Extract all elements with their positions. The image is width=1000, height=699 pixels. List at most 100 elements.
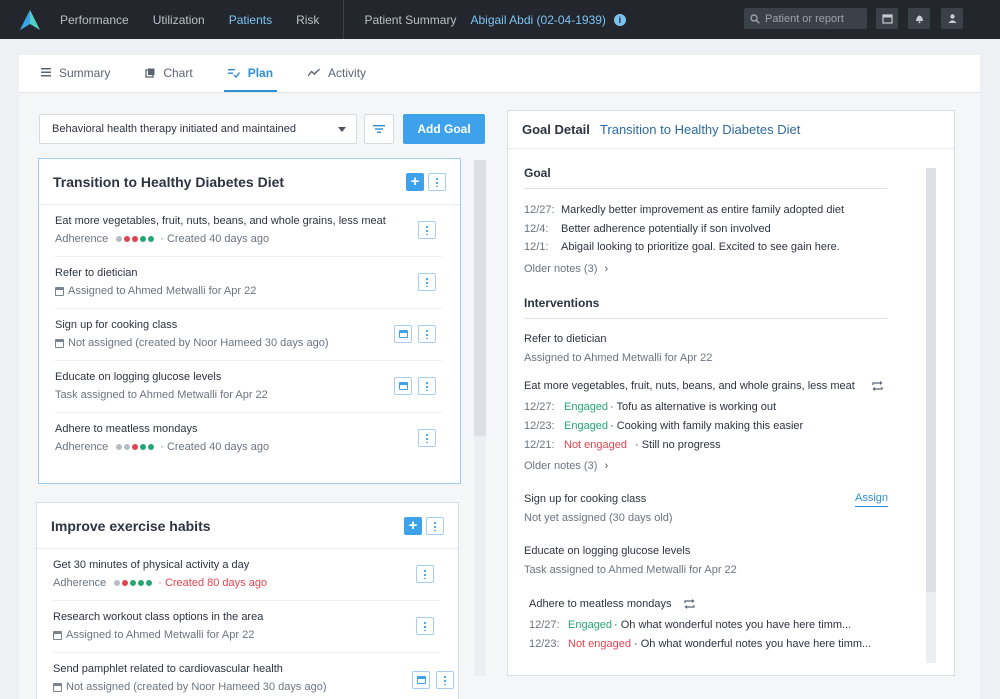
adherence-label: Adherence: [55, 233, 109, 245]
task-item[interactable]: Refer to dietician Assigned to Ahmed Met…: [55, 257, 442, 309]
intervention-title[interactable]: Sign up for cooking class: [524, 493, 646, 505]
task-menu-button[interactable]: [418, 377, 436, 395]
task-menu-button[interactable]: [416, 617, 434, 635]
divider: [524, 188, 888, 189]
note-date: 12/27:: [524, 204, 555, 216]
task-assignment: Assigned to Ahmed Metwalli for Apr 22: [66, 629, 255, 641]
engagement-status: Engaged: [564, 420, 609, 432]
task-title: Get 30 minutes of physical activity a da…: [53, 559, 250, 571]
recurring-icon: [872, 381, 883, 391]
nav-patients[interactable]: Patients: [229, 13, 272, 27]
calendar-icon: [416, 676, 426, 684]
nav-context-label[interactable]: Patient Summary: [364, 13, 456, 27]
task-menu-button[interactable]: [418, 325, 436, 343]
add-goal-button[interactable]: Add Goal: [403, 114, 485, 144]
bell-icon: [915, 15, 923, 24]
task-subtitle: Not assigned (created by Noor Hameed 30 …: [53, 681, 440, 693]
intervention-title[interactable]: Eat more vegetables, fruit, nuts, beans,…: [524, 380, 855, 392]
kebab-icon: [426, 225, 428, 235]
filter-button[interactable]: [364, 114, 394, 144]
task-item[interactable]: Educate on logging glucose levels Task a…: [55, 361, 442, 413]
task-subtitle: Not assigned (created by Noor Hameed 30 …: [55, 337, 442, 349]
goal-filter-select[interactable]: Behavioral health therapy initiated and …: [39, 114, 357, 144]
assign-link[interactable]: Assign: [855, 492, 889, 507]
nav-utilization[interactable]: Utilization: [153, 13, 205, 27]
calendar-icon: [53, 682, 62, 692]
calendar-button[interactable]: [876, 8, 898, 29]
task-menu-button[interactable]: [418, 273, 436, 291]
notifications-button[interactable]: [908, 8, 930, 29]
tab-summary[interactable]: Summary: [37, 55, 114, 92]
tab-activity[interactable]: Activity: [304, 55, 370, 92]
intervention-title[interactable]: Adhere to meatless mondays: [529, 598, 671, 610]
kebab-icon: [426, 329, 428, 339]
info-icon[interactable]: i: [613, 13, 626, 26]
note-text: Markedly better improvement as entire fa…: [561, 204, 845, 216]
add-task-button[interactable]: +: [406, 172, 424, 191]
older-notes-link[interactable]: Older notes (3) ›: [524, 263, 608, 275]
detail-scrollbar-thumb[interactable]: [926, 168, 936, 592]
list-icon: [41, 68, 51, 77]
task-menu-button[interactable]: [418, 429, 436, 447]
schedule-button[interactable]: [412, 671, 430, 689]
goal-card[interactable]: Transition to Healthy Diabetes Diet + Ea…: [38, 158, 461, 484]
nav-patient-name[interactable]: Abigail Abdi (02-04-1939): [470, 13, 605, 27]
task-item[interactable]: Send pamphlet related to cardiovascular …: [53, 653, 454, 699]
intervention-title[interactable]: Educate on logging glucose levels: [524, 545, 690, 557]
task-menu-button[interactable]: [418, 221, 436, 239]
note-text: · Cooking with family making this easier: [610, 420, 804, 432]
logo-icon[interactable]: [0, 0, 60, 39]
tab-activity-label: Activity: [328, 65, 367, 80]
task-assignment: Assigned to Ahmed Metwalli for Apr 22: [68, 285, 257, 297]
tab-plan[interactable]: Plan: [223, 55, 278, 92]
goal-filter-value: Behavioral health therapy initiated and …: [52, 123, 296, 135]
task-menu-button[interactable]: [436, 671, 454, 689]
calendar-icon: [55, 338, 64, 348]
tab-chart[interactable]: Chart: [141, 55, 196, 92]
profile-button[interactable]: [941, 8, 963, 29]
search-input[interactable]: [765, 12, 861, 25]
goal-card-header: Improve exercise habits +: [37, 503, 458, 549]
kebab-icon: [426, 433, 428, 443]
chevron-right-icon: ›: [604, 263, 609, 275]
task-subtitle: Assigned to Ahmed Metwalli for Apr 22: [53, 629, 440, 641]
goal-title[interactable]: Improve exercise habits: [51, 518, 211, 534]
task-item[interactable]: Get 30 minutes of physical activity a da…: [53, 549, 440, 601]
task-created: · Created 40 days ago: [160, 233, 270, 245]
task-title: Eat more vegetables, fruit, nuts, beans,…: [55, 215, 386, 227]
schedule-button[interactable]: [394, 377, 412, 395]
goal-card[interactable]: Improve exercise habits + Get 30 minutes…: [36, 502, 459, 699]
search-box[interactable]: [744, 8, 867, 29]
task-title: Research workout class options in the ar…: [53, 611, 264, 623]
tab-plan-label: Plan: [247, 65, 274, 80]
older-notes-link[interactable]: Older notes (3) ›: [524, 460, 608, 472]
schedule-button[interactable]: [394, 325, 412, 343]
task-subtitle: Task assigned to Ahmed Metwalli for Apr …: [55, 389, 442, 401]
recurring-icon: [684, 599, 695, 609]
nav-performance[interactable]: Performance: [60, 13, 129, 27]
kebab-icon: [436, 176, 438, 187]
task-item[interactable]: Adhere to meatless mondays Adherence · C…: [55, 413, 442, 465]
adherence-label: Adherence: [55, 441, 109, 453]
task-title: Educate on logging glucose levels: [55, 371, 222, 383]
intervention-title[interactable]: Refer to dietician: [524, 333, 607, 345]
divider: [524, 318, 888, 319]
goal-detail-header: Goal Detail Transition to Healthy Diabet…: [508, 111, 954, 149]
task-title: Sign up for cooking class: [55, 319, 178, 331]
add-task-button[interactable]: +: [404, 516, 422, 535]
task-item[interactable]: Research workout class options in the ar…: [53, 601, 440, 653]
task-menu-button[interactable]: [416, 565, 434, 583]
note-text: · Still no progress: [635, 439, 721, 451]
left-scrollbar-thumb[interactable]: [474, 160, 486, 436]
goal-title[interactable]: Transition to Healthy Diabetes Diet: [53, 174, 284, 190]
note-date: 12/23:: [524, 420, 555, 432]
calendar-icon: [53, 630, 62, 640]
search-icon: [750, 13, 760, 24]
adherence-dots: [114, 580, 153, 586]
goal-menu-button[interactable]: [426, 516, 444, 535]
goal-menu-button[interactable]: [428, 172, 446, 191]
task-item[interactable]: Sign up for cooking class Not assigned (…: [55, 309, 442, 361]
note-text: · Oh what wonderful notes you have here …: [614, 619, 852, 631]
task-item[interactable]: Eat more vegetables, fruit, nuts, beans,…: [55, 205, 442, 257]
nav-risk[interactable]: Risk: [296, 13, 319, 27]
